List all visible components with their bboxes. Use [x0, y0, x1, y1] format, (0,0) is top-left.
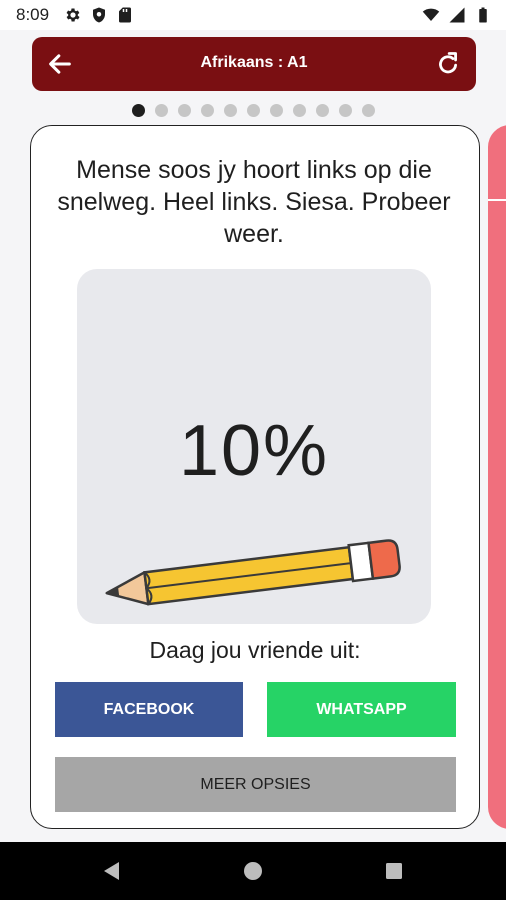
page-indicator — [132, 104, 375, 117]
wifi-icon — [422, 8, 440, 21]
battery-icon — [479, 7, 487, 23]
page-dot[interactable] — [316, 104, 329, 117]
challenge-label: Daag jou vriende uit: — [149, 637, 361, 663]
page-dot[interactable] — [224, 104, 237, 117]
status-bar: 8:09 — [0, 0, 506, 30]
home-circle-icon[interactable] — [241, 859, 265, 883]
whatsapp-share-button[interactable]: WHATSAPP — [267, 682, 456, 737]
page-dot[interactable] — [293, 104, 306, 117]
next-card-peek[interactable] — [488, 125, 506, 829]
app-bar: Afrikaans : A1 — [32, 37, 476, 91]
page-dot[interactable] — [339, 104, 352, 117]
score-panel: 10% — [77, 269, 431, 624]
pencil-icon — [105, 539, 401, 606]
page-dot[interactable] — [178, 104, 191, 117]
page-dot[interactable] — [132, 104, 145, 117]
sd-card-icon — [119, 7, 131, 23]
score-percentage: 10% — [178, 411, 330, 491]
refresh-icon[interactable] — [434, 50, 462, 78]
recents-square-icon[interactable] — [382, 859, 406, 883]
more-options-button[interactable]: MEER OPSIES — [55, 757, 456, 812]
back-triangle-icon[interactable] — [100, 859, 124, 883]
next-card-divider — [488, 199, 506, 201]
facebook-share-button[interactable]: FACEBOOK — [55, 682, 243, 737]
gear-icon — [66, 8, 80, 22]
page-dot[interactable] — [201, 104, 214, 117]
shield-icon — [93, 7, 105, 23]
system-nav-bar — [0, 842, 506, 900]
page-dot[interactable] — [247, 104, 260, 117]
page-dot[interactable] — [362, 104, 375, 117]
page-dot[interactable] — [270, 104, 283, 117]
page-dot[interactable] — [155, 104, 168, 117]
status-time: 8:09 — [16, 5, 50, 24]
app-title: Afrikaans : A1 — [200, 54, 308, 71]
signal-icon — [449, 7, 465, 23]
result-message: Mense soos jy hoort links op die snelweg… — [57, 156, 451, 248]
